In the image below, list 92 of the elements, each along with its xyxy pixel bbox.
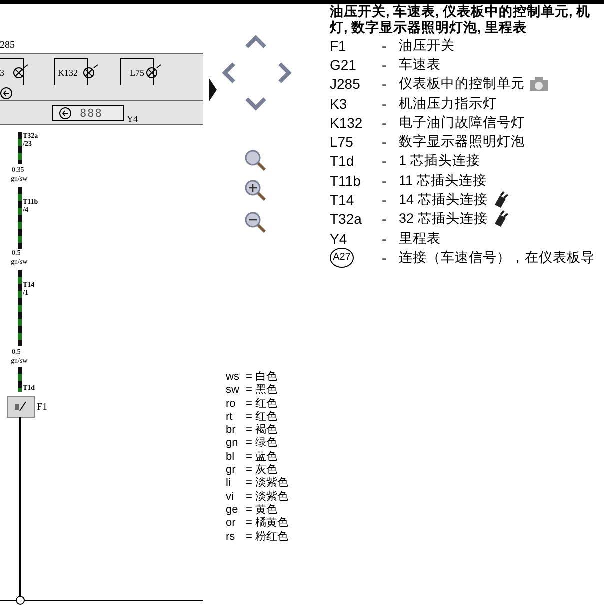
separator-dash: - [382, 38, 388, 54]
lamp-icon [83, 64, 99, 80]
color-meaning: = 绿色 [246, 437, 278, 451]
component-label: L75 [130, 68, 144, 79]
color-meaning: = 红色 [246, 398, 278, 411]
component-code: Y4 [330, 230, 348, 247]
separator-dash: - [382, 76, 388, 92]
wire [18, 132, 22, 164]
lamp-frame [0, 58, 24, 85]
component-code: G21 [330, 56, 358, 73]
color-meaning: = 淡紫色 [246, 490, 288, 504]
connection-code: A27 [330, 248, 354, 268]
component-code: T14 [330, 192, 356, 208]
separator-dash: - [382, 250, 388, 266]
component-code: T1d [330, 153, 356, 170]
color-meaning: = 白色 [246, 371, 278, 384]
color-meaning: = 红色 [246, 410, 278, 424]
separator-dash: - [382, 114, 388, 131]
lamp-icon [146, 64, 162, 80]
separator-dash: - [382, 96, 388, 112]
color-code: or [226, 517, 237, 531]
component-description: 车速表 [399, 56, 441, 74]
color-code: ro [226, 398, 237, 411]
color-code: gn [226, 437, 240, 451]
sender-symbol-icon [14, 401, 28, 413]
separator-dash: - [382, 211, 388, 228]
lamp-icon [13, 64, 29, 80]
color-code: rt [226, 410, 234, 424]
color-code: ws [226, 371, 240, 384]
color-code: vi [226, 490, 235, 504]
zoom-in-icon[interactable] [245, 180, 267, 202]
component-label: F1 [37, 402, 48, 413]
component-description: 机油压力指示灯 [399, 94, 497, 113]
component-description: 连接（车速信号），在仪表板导 [399, 248, 595, 267]
color-meaning: = 黄色 [246, 504, 278, 517]
wire [18, 187, 22, 249]
component-code: L75 [330, 134, 354, 150]
color-code: rs [226, 530, 236, 544]
component-label: 285 [0, 40, 15, 51]
color-code: bl [226, 450, 236, 464]
legend-title: 灯, 数字显示器照明灯泡, 里程表 [330, 20, 528, 36]
display-digits: 888 [80, 106, 103, 120]
component-description: 11 芯插头连接 [399, 172, 487, 190]
color-code: sw [226, 384, 240, 398]
pan-up-icon[interactable] [245, 34, 267, 50]
wire [18, 367, 22, 392]
component-code: J285 [330, 76, 362, 92]
color-code: br [226, 424, 237, 438]
color-code: li [226, 477, 232, 491]
component-code: F1 [330, 38, 348, 54]
component-description: 油压开关 [399, 36, 455, 55]
color-meaning: = 橘黄色 [246, 517, 288, 531]
color-meaning: = 灰色 [246, 464, 278, 476]
color-code: ge [226, 504, 240, 518]
pan-down-icon[interactable] [245, 96, 267, 112]
zoom-out-icon[interactable] [245, 212, 267, 234]
side-panel-arrow-icon[interactable] [209, 78, 217, 102]
separator-dash: - [382, 153, 388, 170]
component-description: 数字显示器照明灯泡 [399, 133, 525, 152]
component-description: 1 芯插头连接 [399, 152, 480, 170]
component-description: 32 芯插头连接 [399, 210, 488, 228]
color-meaning: = 褐色 [246, 424, 278, 437]
pan-left-icon[interactable] [221, 62, 237, 84]
component-label: 3 [0, 68, 4, 79]
lamp-frame [120, 58, 154, 85]
lamp-frame [54, 58, 88, 85]
color-meaning: = 粉红色 [246, 530, 288, 544]
separator-dash: - [382, 134, 388, 150]
color-meaning: = 黑色 [246, 384, 278, 398]
component-description: 14 芯插头连接 [399, 191, 488, 210]
component-label: K132 [58, 68, 78, 79]
component-description: 电子油门故障信号灯 [399, 114, 525, 132]
component-description: 仪表板中的控制单元 [399, 75, 525, 94]
camera-icon[interactable] [529, 76, 549, 92]
separator-dash: - [382, 56, 388, 73]
pan-right-icon[interactable] [277, 62, 293, 84]
separator-dash: - [382, 172, 388, 189]
component-description: 里程表 [399, 230, 441, 248]
separator-dash: - [382, 192, 388, 208]
color-meaning: = 蓝色 [246, 450, 278, 464]
separator-dash: - [382, 230, 388, 247]
wire-junction [16, 596, 25, 605]
color-meaning: = 淡紫色 [246, 477, 288, 490]
component-code: K132 [330, 114, 364, 131]
color-code: gr [226, 464, 237, 478]
zoom-fit-icon[interactable] [245, 150, 267, 172]
legend-title: 油压开关, 车速表, 仪表板中的控制单元, 机 [330, 4, 592, 20]
component-code: K3 [330, 96, 348, 112]
gauge-icon [0, 87, 13, 100]
component-label: Y4 [127, 114, 138, 125]
component-code: T11b [330, 172, 362, 189]
component-code: T32a [330, 211, 363, 228]
